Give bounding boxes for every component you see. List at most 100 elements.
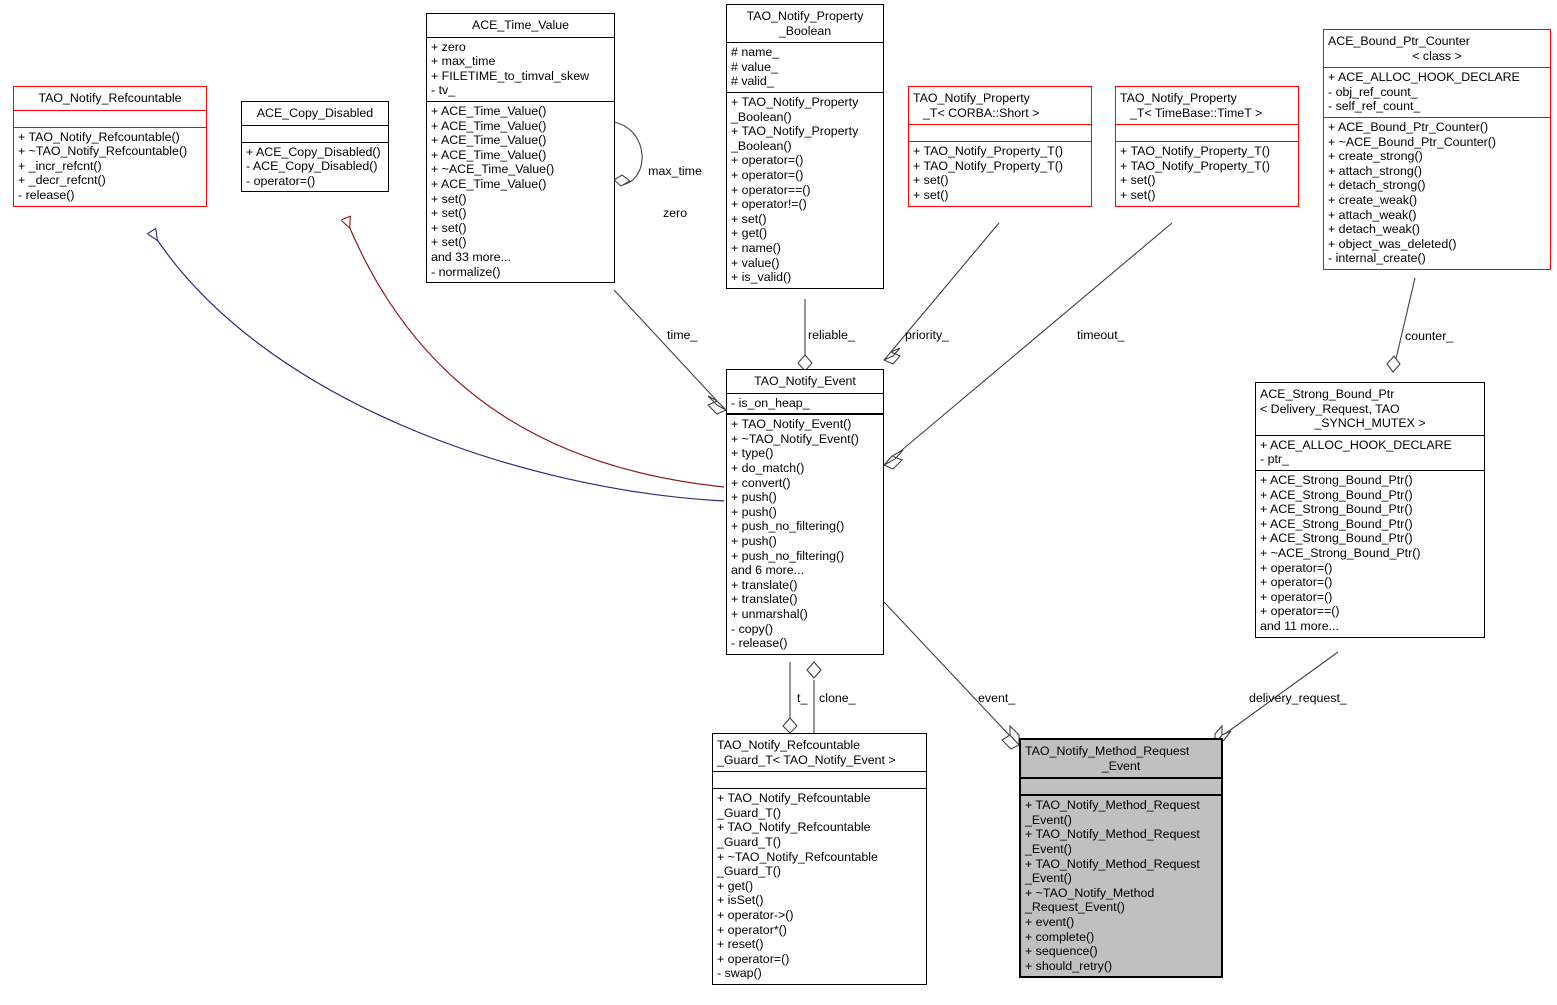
operation-row: + type() [731, 446, 774, 461]
operation-row: + TAO_Notify_Property_T() [1120, 158, 1270, 173]
class-name-line2: _Event [1101, 758, 1141, 773]
operation-row: - swap() [717, 966, 762, 981]
operation-row: + ACE_Time_Value() [431, 176, 547, 191]
class-title: TAO_Notify_Property _T< CORBA::Short > [909, 87, 1091, 124]
class-box-tao-notify-refcountable[interactable]: TAO_Notify_Refcountable + TAO_Notify_Ref… [13, 86, 207, 207]
attribute-row: + FILETIME_to_timval_skew [431, 68, 590, 83]
operation-row: + operator==() [731, 182, 811, 197]
operation-row: + ACE_Strong_Bound_Ptr() [1260, 502, 1413, 517]
attribute-row: + max_time [431, 54, 496, 69]
operation-row: + set() [431, 206, 467, 221]
operation-row: + ACE_Time_Value() [431, 147, 547, 162]
class-box-tao-notify-refcountable-guard-t[interactable]: TAO_Notify_Refcountable _Guard_T< TAO_No… [712, 733, 927, 985]
operation-row: and 6 more... [731, 563, 805, 578]
operation-row: + set() [913, 173, 949, 188]
operation-row: + set() [1120, 173, 1156, 188]
operation-row: + attach_weak() [1328, 207, 1417, 222]
operation-row: _Guard_T() [717, 864, 782, 879]
operation-row: _Event() [1025, 841, 1072, 856]
edge-label-max-time: max_time [648, 164, 702, 178]
operation-row: + ACE_Strong_Bound_Ptr() [1260, 516, 1413, 531]
class-box-ace-bound-ptr-counter[interactable]: ACE_Bound_Ptr_Counter < class > + ACE_AL… [1323, 29, 1551, 270]
operation-row: + translate() [731, 577, 798, 592]
operation-row: + ACE_Time_Value() [431, 103, 547, 118]
edge-label-event: event_ [978, 691, 1016, 705]
class-box-ace-strong-bound-ptr[interactable]: ACE_Strong_Bound_Ptr < Delivery_Request,… [1255, 382, 1485, 638]
operation-row: - ACE_Copy_Disabled() [246, 159, 378, 174]
class-box-tao-notify-property-t-timet[interactable]: TAO_Notify_Property _T< TimeBase::TimeT … [1115, 86, 1299, 207]
operation-row: + TAO_Notify_Method_Request [1025, 856, 1200, 871]
class-box-tao-notify-property-boolean[interactable]: TAO_Notify_Property _Boolean # name_ # v… [726, 4, 884, 289]
operation-row: + value() [731, 255, 780, 270]
operation-row: _Request_Event() [1025, 900, 1125, 915]
edge-label-priority: priority_ [905, 328, 950, 342]
class-box-tao-notify-event[interactable]: TAO_Notify_Event - is_on_heap_ + TAO_Not… [726, 369, 884, 655]
class-title: TAO_Notify_Refcountable [14, 87, 206, 110]
operation-row: + set() [431, 235, 467, 250]
operation-row: + get() [731, 226, 768, 241]
operation-row: and 11 more... [1260, 618, 1339, 633]
operation-row: + get() [717, 878, 754, 893]
assoc-diamond-timeout [883, 449, 904, 470]
class-name-line2: _T< TimeBase::TimeT > [1130, 105, 1263, 120]
operation-row: + push_no_filtering() [731, 519, 845, 534]
operation-row: + TAO_Notify_Refcountable [717, 820, 871, 835]
operation-row: _Boolean() [731, 109, 792, 124]
class-name-line2: < class > [1412, 48, 1462, 63]
operation-row: + set() [913, 187, 949, 202]
operation-row: + set() [431, 191, 467, 206]
operation-row: + ~TAO_Notify_Method [1025, 885, 1155, 900]
class-name-line3: _SYNCH_MUTEX > [1314, 416, 1426, 431]
operation-row: + sequence() [1025, 944, 1098, 959]
operation-row: + ~TAO_Notify_Refcountable [717, 849, 878, 864]
class-box-ace-copy-disabled[interactable]: ACE_Copy_Disabled + ACE_Copy_Disabled() … [241, 101, 389, 193]
class-title: ACE_Bound_Ptr_Counter < class > [1324, 30, 1550, 67]
operation-row: + TAO_Notify_Property [731, 94, 859, 109]
class-operations: + ACE_Copy_Disabled() - ACE_Copy_Disable… [242, 141, 388, 192]
operation-row: + operator=() [731, 153, 804, 168]
edge-label-zero: zero [662, 206, 688, 220]
operation-row: + ACE_Time_Value() [431, 133, 547, 148]
operation-row: + operator!=() [731, 197, 807, 212]
operation-row: - normalize() [431, 264, 501, 279]
attribute-row: - ptr_ [1260, 452, 1289, 467]
operation-row: + name() [731, 240, 781, 255]
class-name: TAO_Notify_Refcountable [38, 91, 182, 105]
operation-row: + _incr_refcnt() [18, 158, 102, 173]
operation-row: + operator->() [717, 907, 794, 922]
operation-row: + TAO_Notify_Property_T() [913, 158, 1063, 173]
operation-row: + ACE_Time_Value() [431, 118, 547, 133]
class-operations: + TAO_Notify_Property_T() + TAO_Notify_P… [909, 141, 1091, 205]
class-box-tao-notify-property-t-short[interactable]: TAO_Notify_Property _T< CORBA::Short > +… [908, 86, 1092, 207]
operation-row: + set() [431, 220, 467, 235]
assoc-diamond-event [1001, 724, 1020, 750]
operation-row: + complete() [1025, 929, 1095, 944]
operation-row: + ACE_Strong_Bound_Ptr() [1260, 487, 1413, 502]
self-assoc-diamond [613, 174, 632, 187]
operation-row: - operator=() [246, 173, 316, 188]
operation-row: + push_no_filtering() [731, 548, 845, 563]
operation-row: _Guard_T() [717, 805, 782, 820]
class-operations: + ACE_Bound_Ptr_Counter() + ~ACE_Bound_P… [1324, 116, 1550, 269]
operation-row: + create_strong() [1328, 149, 1423, 164]
edge-label-counter: counter_ [1405, 329, 1454, 343]
class-name-line2: _Guard_T< TAO_Notify_Event > [717, 752, 896, 767]
operation-row: + ~ACE_Bound_Ptr_Counter() [1328, 134, 1497, 149]
operation-row: + TAO_Notify_Refcountable() [18, 129, 180, 144]
class-box-tao-notify-method-request-event[interactable]: TAO_Notify_Method_Request _Event + TAO_N… [1019, 738, 1223, 979]
assoc-edge-time [613, 289, 719, 403]
operation-row: + TAO_Notify_Method_Request [1025, 827, 1200, 842]
operation-row: + convert() [731, 475, 791, 490]
class-operations: + TAO_Notify_Event() + ~TAO_Notify_Event… [727, 413, 883, 654]
assoc-diamond-counter [1386, 355, 1401, 373]
operation-row: _Guard_T() [717, 834, 782, 849]
class-operations: + ACE_Strong_Bound_Ptr() + ACE_Strong_Bo… [1256, 469, 1484, 637]
operation-row: _Boolean() [731, 138, 792, 153]
operation-row: - internal_create() [1328, 251, 1426, 266]
operation-row: + should_retry() [1025, 958, 1113, 973]
class-attributes: - is_on_heap_ [727, 392, 883, 414]
operation-row: + ~TAO_Notify_Event() [731, 431, 859, 446]
operation-row: + operator=() [1260, 589, 1333, 604]
attribute-row: - tv_ [431, 83, 456, 98]
class-box-ace-time-value[interactable]: ACE_Time_Value + zero + max_time + FILET… [426, 13, 615, 284]
